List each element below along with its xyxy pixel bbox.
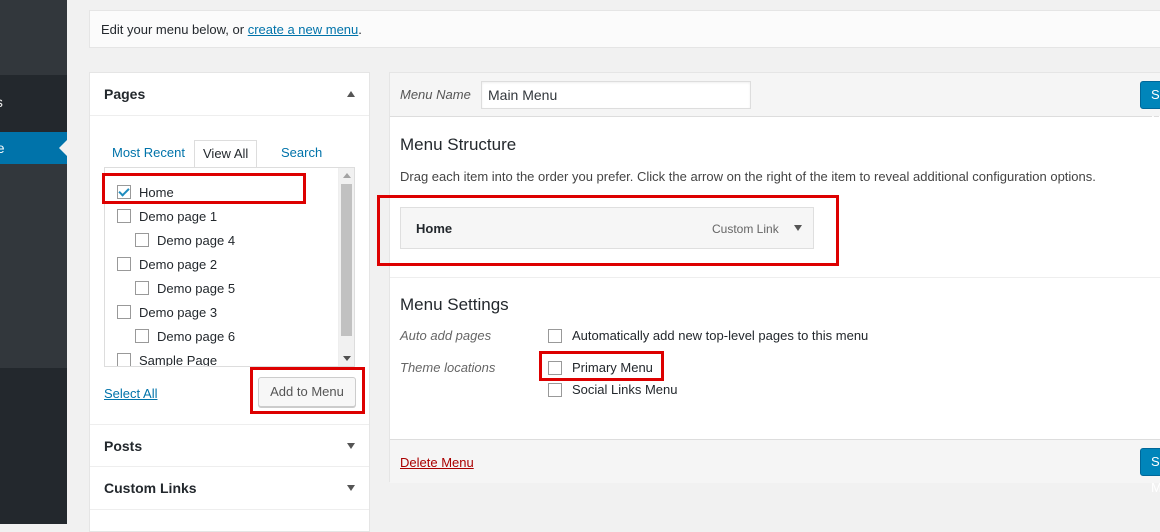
checkbox[interactable] <box>135 281 149 295</box>
accordion-posts-title: Posts <box>104 438 143 454</box>
notice-text: Edit your menu below, or <box>101 22 248 37</box>
page-item-label: Demo page 3 <box>139 305 218 320</box>
menu-name-label: Menu Name <box>400 87 471 102</box>
menu-name-input[interactable] <box>481 81 751 109</box>
expand-arrow-icon[interactable] <box>347 485 355 491</box>
checkbox-checked[interactable] <box>117 185 131 199</box>
scroll-down-arrow-icon[interactable] <box>343 356 351 361</box>
auto-add-pages-label: Auto add pages <box>400 328 492 343</box>
page-item-label: Demo page 6 <box>157 329 236 344</box>
menu-item-type: Custom Link <box>712 222 779 236</box>
auto-add-option-label: Automatically add new top-level pages to… <box>572 328 869 343</box>
create-new-menu-link[interactable]: create a new menu <box>248 22 359 37</box>
accordion-custom-links-header[interactable]: Custom Links <box>90 467 369 510</box>
checkbox[interactable] <box>548 329 562 343</box>
expand-arrow-icon[interactable] <box>347 443 355 449</box>
accordion-custom-links-title: Custom Links <box>104 480 197 496</box>
checkbox[interactable] <box>117 257 131 271</box>
checkbox[interactable] <box>135 233 149 247</box>
page-item-label: Demo page 4 <box>157 233 236 248</box>
tab-view-all[interactable]: View All <box>194 140 258 168</box>
theme-locations-label: Theme locations <box>400 360 496 375</box>
menu-item-title: Home <box>416 221 453 236</box>
admin-sidebar-top <box>0 0 67 75</box>
checkbox[interactable] <box>135 329 149 343</box>
scroll-up-arrow-icon[interactable] <box>343 173 351 178</box>
delete-menu-link[interactable]: Delete Menu <box>400 455 474 470</box>
checkbox[interactable] <box>548 361 562 375</box>
checklist-scrollbar[interactable] <box>338 168 354 366</box>
section-divider <box>390 277 1160 278</box>
menu-structure-description: Drag each item into the order you prefer… <box>400 169 1096 184</box>
accordion-pages-title: Pages <box>104 86 146 102</box>
page-item-label: Demo page 5 <box>157 281 236 296</box>
pages-tabs: Most Recent View All Search <box>104 140 354 168</box>
sidebar-item-comments[interactable]: ts <box>0 88 67 116</box>
select-all-link[interactable]: Select All <box>104 386 157 401</box>
save-menu-button-top[interactable]: Save Menu <box>1140 81 1160 128</box>
menu-structure-title: Menu Structure <box>400 135 517 154</box>
add-menu-items-accordion: Pages Most Recent View All Search Home D… <box>89 72 370 532</box>
sidebar-item-appearance[interactable]: nce <box>0 132 67 164</box>
menu-header: Menu Name Save Menu <box>390 73 1160 128</box>
collapse-arrow-icon[interactable] <box>347 91 355 97</box>
admin-sidebar: ts nce <box>0 0 67 524</box>
sidebar-item-label: ts <box>0 88 3 116</box>
location-label: Primary Menu <box>572 360 653 375</box>
notice-suffix: . <box>358 22 362 37</box>
page-item-label: Sample Page <box>139 353 218 367</box>
location-label: Social Links Menu <box>572 382 678 397</box>
item-expand-arrow-icon[interactable] <box>794 225 802 231</box>
menu-settings-title: Menu Settings <box>400 295 509 314</box>
page-item-label: Home <box>139 185 174 200</box>
accordion-pages-header[interactable]: Pages <box>90 73 369 116</box>
add-to-menu-button[interactable]: Add to Menu <box>258 377 356 407</box>
current-menu-pointer-icon <box>59 140 67 156</box>
page-item-label: Demo page 2 <box>139 257 218 272</box>
menu-edit-panel: Menu Name Save Menu Menu Structure Drag … <box>389 72 1160 495</box>
manage-menus-notice: Edit your menu below, or create a new me… <box>89 10 1160 48</box>
menu-item-home[interactable]: Home Custom Link <box>400 207 814 249</box>
menu-body: Menu Structure Drag each item into the o… <box>390 117 1160 439</box>
checkbox[interactable] <box>117 353 131 366</box>
checkbox[interactable] <box>548 383 562 397</box>
sidebar-item-label: nce <box>0 140 5 156</box>
tab-most-recent[interactable]: Most Recent <box>112 140 185 166</box>
checkbox[interactable] <box>117 305 131 319</box>
checkbox[interactable] <box>117 209 131 223</box>
tab-search[interactable]: Search <box>281 140 322 166</box>
save-menu-button-bottom[interactable]: Save Menu <box>1140 448 1160 495</box>
accordion-posts-header[interactable]: Posts <box>90 424 369 467</box>
menu-footer: Delete Menu Save Menu <box>390 439 1160 495</box>
pages-checklist: Home Demo page 1 Demo page 4 Demo page 2… <box>104 167 355 367</box>
scrollbar-thumb[interactable] <box>341 184 352 336</box>
appearance-submenu <box>0 164 67 368</box>
page-item-label: Demo page 1 <box>139 209 218 224</box>
